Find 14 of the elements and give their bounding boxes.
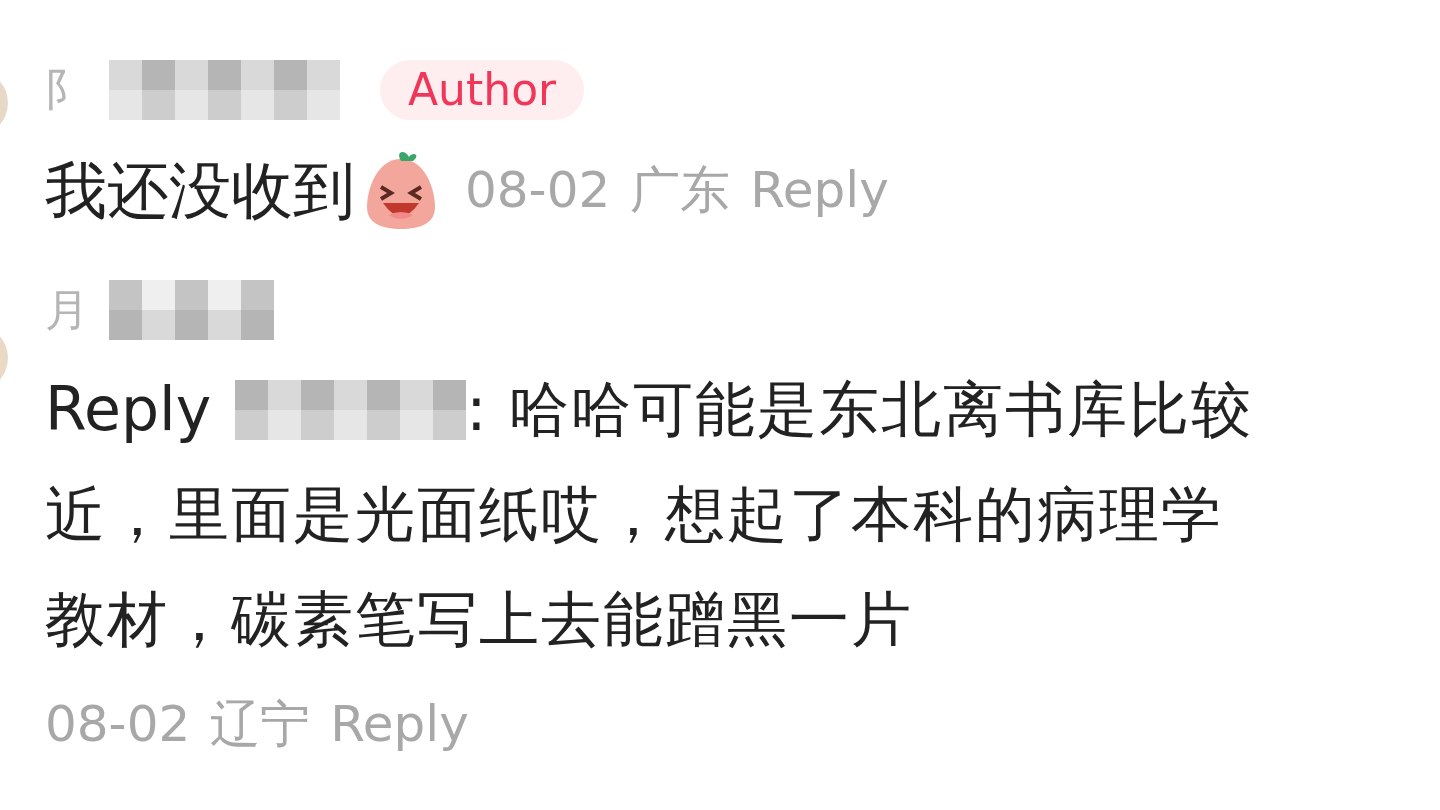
comment-date: 08-02 bbox=[45, 694, 191, 755]
username: 月 bbox=[45, 283, 89, 337]
username: 阝 bbox=[45, 63, 89, 117]
reply-prefix: Reply bbox=[45, 373, 212, 446]
comment-location: 辽宁 bbox=[210, 694, 311, 755]
comment-text: : 哈哈可能是东北离书库比较 bbox=[466, 373, 1254, 446]
comment-text: 近，里面是光面纸哎，想起了本科的病理学 bbox=[45, 478, 1223, 551]
comment-location: 广东 bbox=[630, 159, 731, 221]
reply-link[interactable]: Reply bbox=[750, 152, 889, 228]
comment-text: 教材，碳素笔写上去能蹭黑一片 bbox=[45, 583, 913, 656]
comment-text: 我还没收到 bbox=[45, 152, 355, 229]
author-badge: Author bbox=[380, 60, 585, 120]
comment-date: 08-02 bbox=[465, 159, 611, 221]
reply-link[interactable]: Reply bbox=[330, 687, 469, 762]
